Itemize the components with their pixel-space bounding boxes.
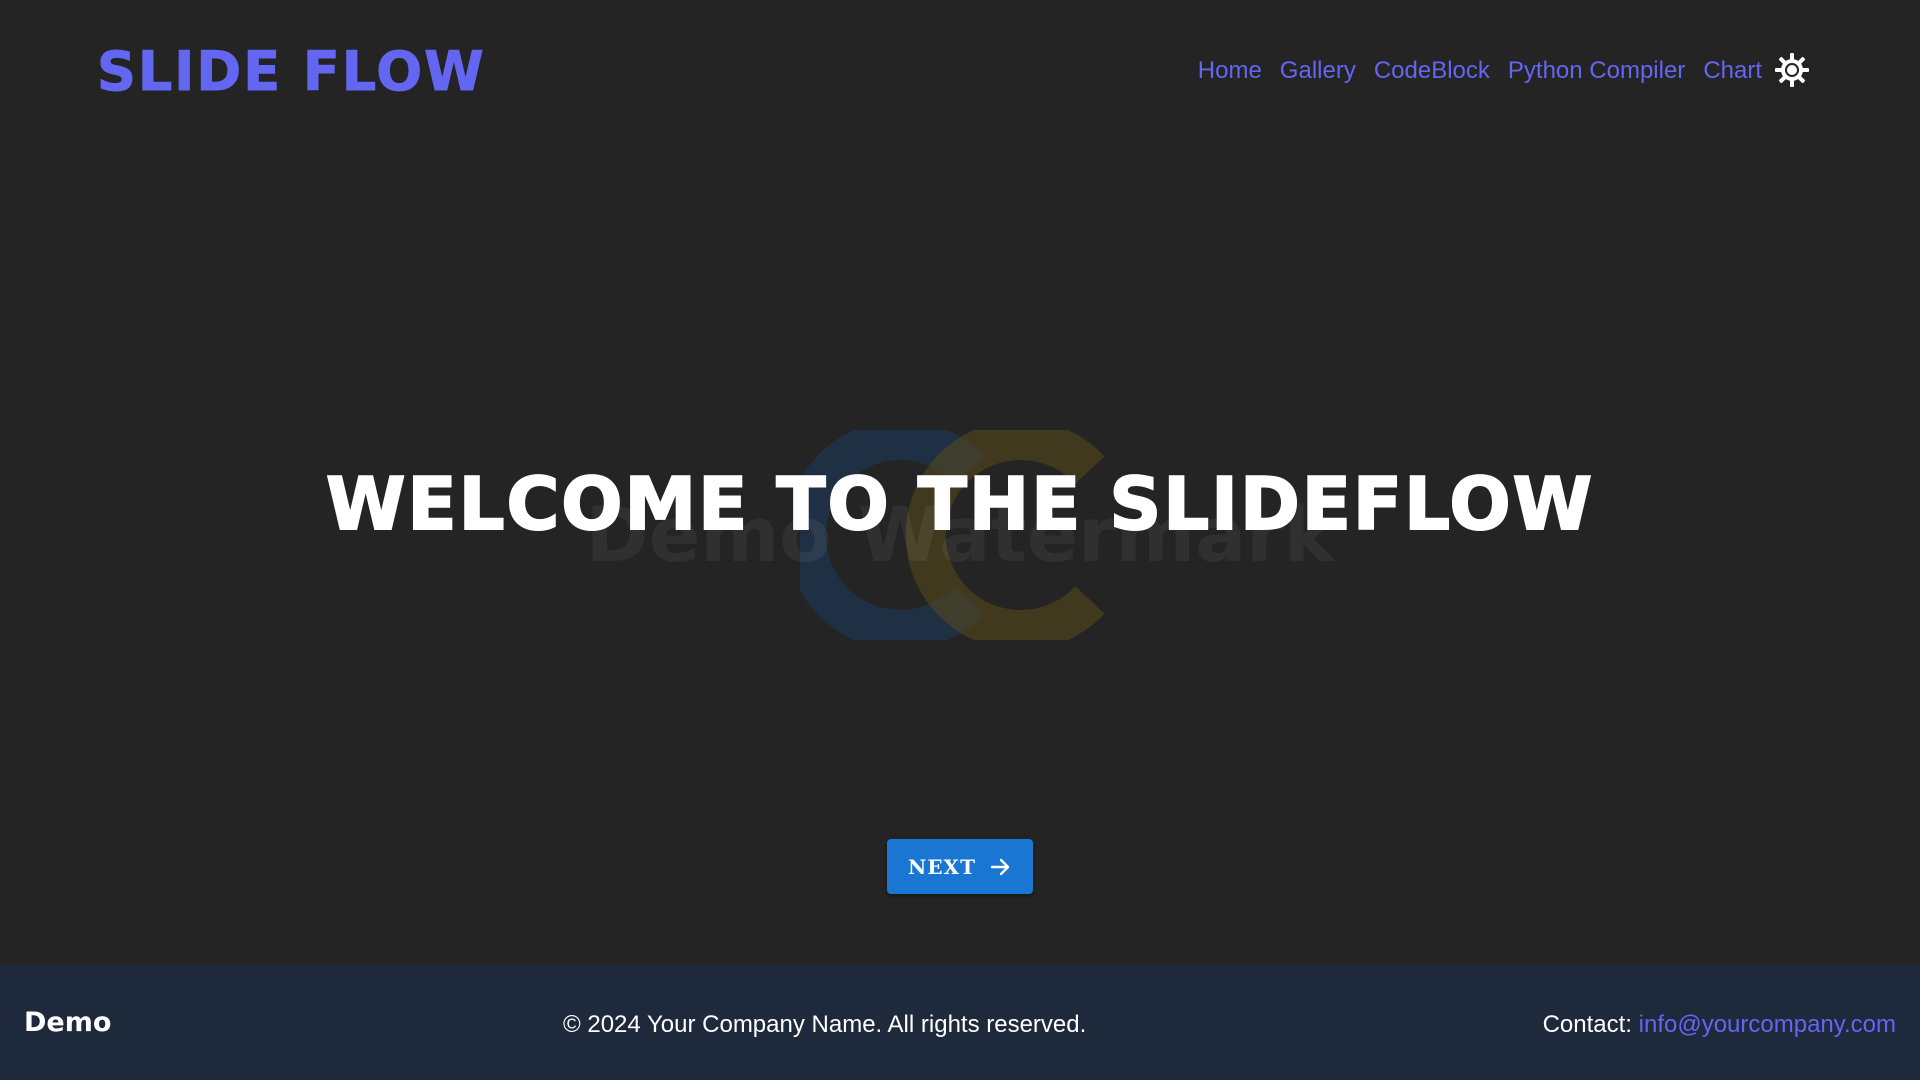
- site-logo[interactable]: Slide Flow: [97, 40, 486, 104]
- nav-codeblock[interactable]: CodeBlock: [1374, 57, 1490, 85]
- main-nav: Home Gallery CodeBlock Python Compiler C…: [1198, 57, 1762, 85]
- theme-toggle-button[interactable]: [1774, 52, 1810, 88]
- footer-copyright: © 2024 Your Company Name. All rights res…: [563, 1011, 1087, 1038]
- next-button[interactable]: NEXT: [887, 839, 1033, 894]
- nav-python-compiler[interactable]: Python Compiler: [1508, 57, 1685, 85]
- hero-section: Demo Watermark Welcome to the Slideflow …: [0, 145, 1920, 965]
- page: Slide Flow Home Gallery CodeBlock Python…: [0, 0, 1920, 1080]
- contact-email-link[interactable]: info@yourcompany.com: [1639, 1011, 1896, 1038]
- footer-contact: Contact: info@yourcompany.com: [1543, 1011, 1896, 1039]
- footer-brand: Demo: [24, 1007, 112, 1038]
- next-button-label: NEXT: [908, 854, 976, 879]
- nav-chart[interactable]: Chart: [1703, 57, 1762, 85]
- nav-gallery[interactable]: Gallery: [1280, 57, 1356, 85]
- arrow-right-icon: [990, 858, 1010, 875]
- footer: Demo © 2024 Your Company Name. All right…: [0, 965, 1920, 1080]
- sun-icon: [1775, 53, 1809, 87]
- nav-home[interactable]: Home: [1198, 57, 1262, 85]
- header: Slide Flow Home Gallery CodeBlock Python…: [0, 0, 1920, 145]
- contact-label: Contact:: [1542, 1011, 1639, 1038]
- hero-title: Welcome to the Slideflow: [325, 461, 1595, 547]
